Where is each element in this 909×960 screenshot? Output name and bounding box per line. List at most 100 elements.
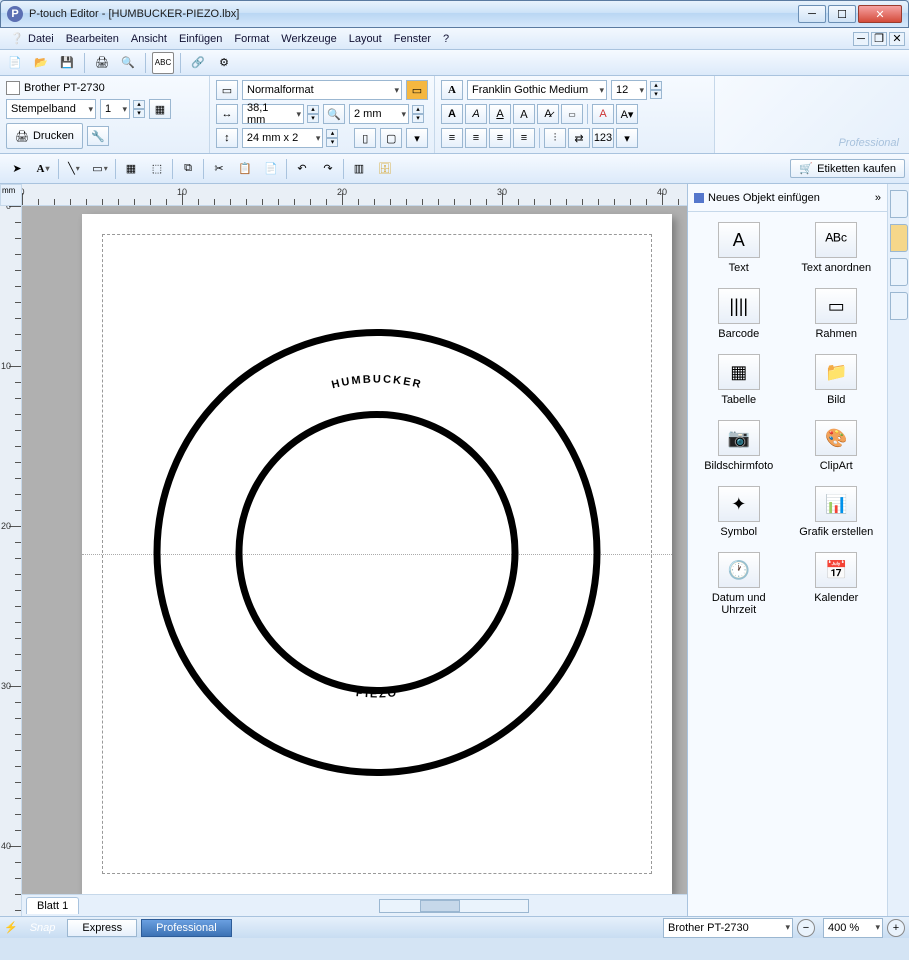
italic-button[interactable]: A bbox=[465, 104, 487, 124]
zoom-combo[interactable]: 400 % bbox=[823, 918, 883, 938]
menu-layout[interactable]: Layout bbox=[343, 31, 388, 47]
zoom-fit-button[interactable]: 🔍 bbox=[323, 104, 345, 124]
media-combo[interactable]: Stempelband bbox=[6, 99, 96, 119]
horizontal-scrollbar[interactable] bbox=[379, 899, 529, 913]
shadow-button[interactable]: A̷ bbox=[537, 104, 559, 124]
format-extra-button[interactable]: ▭ bbox=[406, 80, 428, 100]
align-left-button[interactable]: ≡ bbox=[441, 128, 463, 148]
side-tab-3[interactable] bbox=[890, 258, 908, 286]
mdi-close[interactable]: ✕ bbox=[889, 32, 905, 46]
save-icon[interactable]: 💾 bbox=[56, 52, 78, 74]
fontmore-button[interactable]: A▾ bbox=[616, 104, 638, 124]
tape-combo[interactable]: 24 mm x 2 bbox=[242, 128, 324, 148]
minimize-button[interactable]: ─ bbox=[798, 5, 826, 23]
align-right-button[interactable]: ≡ bbox=[489, 128, 511, 148]
insert-bildschirmfoto[interactable]: 📷Bildschirmfoto bbox=[694, 420, 784, 472]
align-justify-button[interactable]: ≡ bbox=[513, 128, 535, 148]
open-icon[interactable]: 📂 bbox=[30, 52, 52, 74]
menu-datei[interactable]: Datei bbox=[22, 31, 60, 47]
mdi-minimize[interactable]: ─ bbox=[853, 32, 869, 46]
canvas[interactable]: 24 mmx 2 HUMBUCKER bbox=[22, 206, 687, 894]
text-tool[interactable]: A bbox=[30, 157, 56, 181]
frame-button[interactable]: ▭ bbox=[561, 104, 583, 124]
arrange-tool[interactable]: ⬚ bbox=[144, 157, 170, 181]
valign-button[interactable]: ⫶ bbox=[544, 128, 566, 148]
settings-icon[interactable]: ⚙ bbox=[213, 52, 235, 74]
close-button[interactable]: ✕ bbox=[858, 5, 902, 23]
insert-symbol[interactable]: ✦Symbol bbox=[694, 486, 784, 538]
zoom-out-button[interactable]: − bbox=[797, 919, 815, 937]
preview-icon[interactable]: 🔍 bbox=[117, 52, 139, 74]
fontsize-spinner[interactable]: ▴▾ bbox=[650, 81, 662, 99]
format-combo[interactable]: Normalformat bbox=[242, 80, 402, 100]
help-icon[interactable]: ❔ bbox=[4, 30, 22, 47]
side-tab-4[interactable] bbox=[890, 292, 908, 320]
insert-kalender[interactable]: 📅Kalender bbox=[792, 552, 882, 616]
print-button[interactable]: 🖨 Drucken bbox=[6, 123, 83, 149]
insert-grafik-erstellen[interactable]: 📊Grafik erstellen bbox=[792, 486, 882, 538]
align-center-button[interactable]: ≡ bbox=[465, 128, 487, 148]
layout-opt2-button[interactable]: ▢ bbox=[380, 128, 402, 148]
database-button[interactable]: 🗄 bbox=[372, 157, 398, 181]
insert-rahmen[interactable]: ▭Rahmen bbox=[792, 288, 882, 340]
group-tool[interactable]: ⧉ bbox=[175, 157, 201, 181]
zoom-in-button[interactable]: + bbox=[887, 919, 905, 937]
undo-button[interactable]: ↶ bbox=[289, 157, 315, 181]
buy-labels-button[interactable]: 🛒 Etiketten kaufen bbox=[790, 159, 905, 178]
layout-opt1-button[interactable]: ▯ bbox=[354, 128, 376, 148]
margin-field[interactable]: 2 mm bbox=[349, 104, 409, 124]
width-field[interactable]: 38,1 mm bbox=[242, 104, 304, 124]
label-page[interactable]: HUMBUCKER PIEZO bbox=[82, 214, 672, 894]
orientation-button[interactable]: ▭ bbox=[216, 80, 238, 100]
menu-ansicht[interactable]: Ansicht bbox=[125, 31, 173, 47]
rect-tool[interactable]: ▭ bbox=[87, 157, 113, 181]
fontcolor-button[interactable]: A bbox=[592, 104, 614, 124]
spacing-button[interactable]: ⇄ bbox=[568, 128, 590, 148]
connect-icon[interactable]: 🔗 bbox=[187, 52, 209, 74]
textframe-icon[interactable]: ABC bbox=[152, 52, 174, 74]
insert-text[interactable]: AText bbox=[694, 222, 784, 274]
print-options-button[interactable]: 🔧 bbox=[87, 126, 109, 146]
insert-barcode[interactable]: ||||Barcode bbox=[694, 288, 784, 340]
outline-button[interactable]: Ａ bbox=[513, 104, 535, 124]
tape-spinner[interactable]: ▴▾ bbox=[326, 129, 338, 147]
cut-button[interactable]: ✂ bbox=[206, 157, 232, 181]
sheet-tab-1[interactable]: Blatt 1 bbox=[26, 897, 79, 914]
width-spinner[interactable]: ▴▾ bbox=[307, 105, 319, 123]
mdi-restore[interactable]: ❐ bbox=[871, 32, 887, 46]
insert-datum-und-uhrzeit[interactable]: 🕐Datum und Uhrzeit bbox=[694, 552, 784, 616]
insert-bild[interactable]: 📁Bild bbox=[792, 354, 882, 406]
media-detail-button[interactable]: ▦ bbox=[149, 99, 171, 119]
numbering-button[interactable]: 123 bbox=[592, 128, 614, 148]
copies-field[interactable]: 1 bbox=[100, 99, 130, 119]
status-printer-combo[interactable]: Brother PT-2730 bbox=[663, 918, 793, 938]
insert-tabelle[interactable]: ▦Tabelle bbox=[694, 354, 784, 406]
table-tool[interactable]: ▦ bbox=[118, 157, 144, 181]
side-tab-2[interactable] bbox=[890, 224, 908, 252]
menu-help[interactable]: ? bbox=[437, 31, 455, 47]
margin-spinner[interactable]: ▴▾ bbox=[412, 105, 424, 123]
textmore-button[interactable]: ▾ bbox=[616, 128, 638, 148]
maximize-button[interactable]: ☐ bbox=[828, 5, 856, 23]
mode-express-button[interactable]: Express bbox=[67, 919, 137, 937]
redo-button[interactable]: ↷ bbox=[315, 157, 341, 181]
paste-button[interactable]: 📄 bbox=[258, 157, 284, 181]
bold-button[interactable]: A bbox=[441, 104, 463, 124]
snap-mode-button[interactable]: Snap bbox=[22, 920, 64, 936]
insert-clipart[interactable]: 🎨ClipArt bbox=[792, 420, 882, 472]
fontsize-combo[interactable]: 12 bbox=[611, 80, 647, 100]
page-button[interactable]: ▥ bbox=[346, 157, 372, 181]
stamp-text-top[interactable]: HUMBUCKER bbox=[330, 373, 423, 391]
underline-button[interactable]: A bbox=[489, 104, 511, 124]
side-panel-collapse[interactable]: » bbox=[875, 192, 881, 204]
menu-format[interactable]: Format bbox=[228, 31, 275, 47]
menu-einfuegen[interactable]: Einfügen bbox=[173, 31, 228, 47]
menu-werkzeuge[interactable]: Werkzeuge bbox=[275, 31, 342, 47]
side-tab-1[interactable] bbox=[890, 190, 908, 218]
menu-bearbeiten[interactable]: Bearbeiten bbox=[60, 31, 125, 47]
font-combo[interactable]: Franklin Gothic Medium bbox=[467, 80, 607, 100]
copies-spinner[interactable]: ▴▾ bbox=[133, 100, 145, 118]
mode-professional-button[interactable]: Professional bbox=[141, 919, 232, 937]
pointer-tool[interactable]: ➤ bbox=[4, 157, 30, 181]
new-icon[interactable]: 📄 bbox=[4, 52, 26, 74]
